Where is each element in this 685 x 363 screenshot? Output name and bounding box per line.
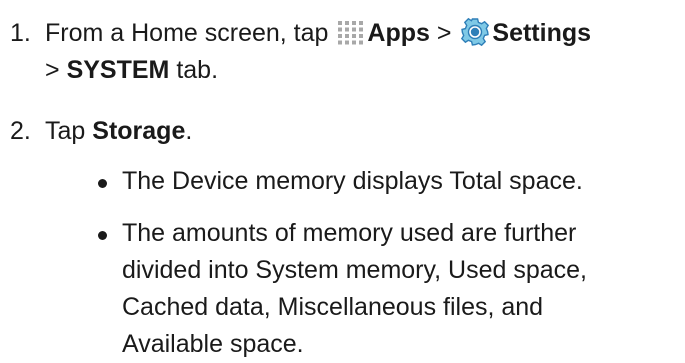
bullet-text: The Device memory displays Total space. — [122, 163, 583, 200]
step-1-line-2-suffix: tab. — [176, 56, 219, 84]
apps-grid-icon — [338, 21, 364, 45]
step-2-body: Tap Storage. — [45, 113, 192, 150]
step-1-body: From a Home screen, tap Apps > Settings … — [45, 15, 591, 89]
system-tab-label: SYSTEM — [66, 56, 170, 84]
bullet-dot — [98, 231, 107, 240]
step-1-line-1: From a Home screen, tap Apps > Settings — [45, 15, 591, 52]
step-1-number: 1. — [10, 19, 31, 47]
bullet-dot — [98, 179, 107, 188]
step-1-line-2: > SYSTEM tab. — [45, 52, 591, 89]
step-2-prefix: Tap — [45, 117, 86, 145]
step-2-number: 2. — [10, 117, 31, 145]
bullet-line: The Device memory displays Total space. — [122, 167, 583, 195]
step-1-line-2-prefix: > — [45, 56, 60, 84]
bullet-line: Available space. — [122, 330, 304, 358]
apps-label: Apps — [367, 19, 430, 47]
bullet-line: divided into System memory, Used space, — [122, 256, 588, 284]
step-1-prefix: From a Home screen, tap — [45, 19, 329, 47]
step-1-separator: > — [436, 19, 452, 47]
bullet-line: Cached data, Miscellaneous files, and — [122, 293, 544, 321]
step-2-suffix: . — [185, 117, 193, 145]
bullet-text: The amounts of memory used are further d… — [122, 215, 587, 363]
instruction-document: 1. From a Home screen, tap Apps > Settin… — [0, 0, 685, 358]
bullet-line: The amounts of memory used are further — [122, 219, 577, 247]
settings-gear-icon — [461, 17, 490, 47]
settings-label: Settings — [492, 19, 592, 47]
storage-label: Storage — [92, 117, 186, 145]
